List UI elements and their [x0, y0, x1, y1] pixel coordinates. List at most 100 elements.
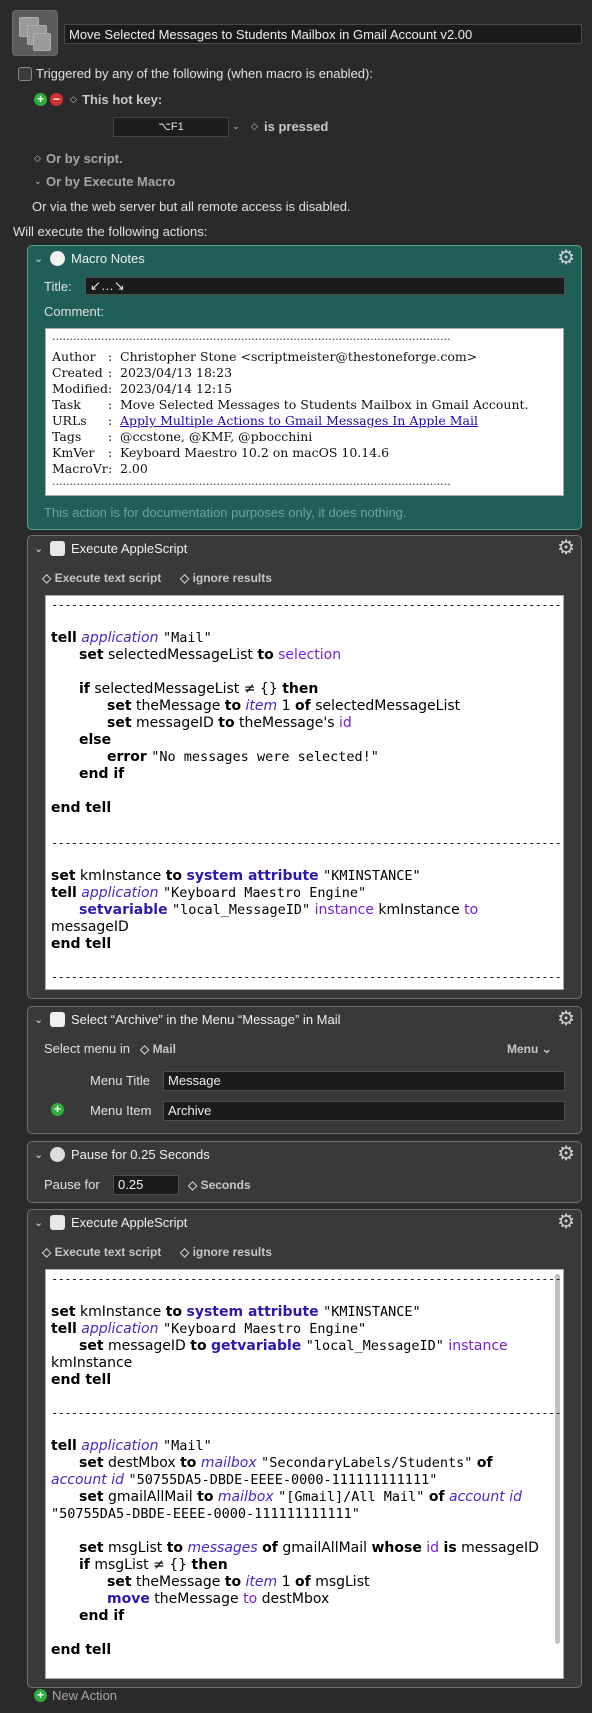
code-line: error "No messages were selected!" [107, 749, 379, 765]
add-menu-item-icon[interactable]: + [51, 1103, 64, 1116]
note-row: KmVer: Keyboard Maestro 10.2 on macOS 10.… [52, 445, 390, 460]
execute-text-script-option[interactable]: ◇ Execute text script [42, 571, 161, 585]
code-line: move theMessage to destMbox [107, 1591, 330, 1607]
ignore-results-option[interactable]: ◇ ignore results [180, 1245, 272, 1259]
trigger-header: Triggered by any of the following (when … [36, 66, 373, 81]
note-row: Tags: @ccstone, @KMF, @pbocchini [52, 429, 313, 444]
remove-trigger-icon[interactable]: − [50, 93, 63, 106]
urls-link[interactable]: Apply Multiple Actions to Gmail Messages… [120, 413, 478, 428]
title-field[interactable]: ↙…↘ [85, 277, 565, 295]
execute-text-script-option[interactable]: ◇ Execute text script [42, 1245, 161, 1259]
code-rule: ----------------------------------------… [51, 970, 564, 984]
code-line: messageID [51, 919, 129, 935]
comment-field[interactable]: ........................................… [45, 328, 564, 496]
chevron-down-icon[interactable]: ⌄ [34, 1148, 43, 1161]
code-line: set theMessage to item 1 of selectedMess… [107, 698, 461, 714]
hotkey-trigger-label[interactable]: This hot key: [82, 92, 162, 107]
select-menu-action[interactable]: ⌄ Select “Archive” in the Menu “Message”… [27, 1006, 582, 1134]
note-row: Modified: 2023/04/14 12:15 [52, 381, 233, 396]
updown-icon[interactable]: ◇ [251, 121, 258, 132]
applescript-icon [50, 541, 65, 556]
menu-dropdown[interactable]: Menu ⌄ [507, 1042, 552, 1056]
applescript-icon [50, 1215, 65, 1230]
select-menu-in-label: Select menu in [44, 1041, 130, 1056]
menu-title-label: Menu Title [90, 1073, 150, 1088]
code-line: set theMessage to item 1 of msgList [107, 1574, 370, 1590]
code-line: set kmInstance to system attribute "KMIN… [51, 868, 421, 884]
code-line: tell application "Mail" [51, 630, 212, 646]
code-line: setvariable "local_MessageID" instance k… [79, 902, 479, 918]
action-title: Select “Archive” in the Menu “Message” i… [71, 1012, 341, 1027]
gear-icon[interactable]: ⚙ [557, 247, 575, 269]
by-execute-macro-trigger[interactable]: Or by Execute Macro [46, 174, 175, 189]
script-editor[interactable]: ----------------------------------------… [45, 1269, 564, 1679]
code-rule: ----------------------------------------… [51, 836, 564, 850]
code-line: if selectedMessageList ≠ {} then [79, 681, 319, 697]
dotted-rule: ........................................… [52, 330, 451, 343]
note-row: Author: Christopher Stone <scriptmeister@… [52, 349, 478, 364]
will-execute-label: Will execute the following actions: [13, 224, 208, 239]
pause-unit-selector[interactable]: ◇ Seconds [188, 1178, 251, 1192]
title-label: Title: [44, 279, 72, 294]
scrollbar[interactable] [555, 1274, 560, 1644]
note-row: Task: Move Selected Messages to Students … [52, 397, 529, 412]
add-trigger-icon[interactable]: + [34, 93, 47, 106]
execute-applescript-action[interactable]: ⌄ Execute AppleScript ⚙ ◇ Execute text s… [27, 1209, 582, 1688]
script-editor[interactable]: ----------------------------------------… [45, 595, 564, 990]
updown-icon: ◇ [140, 1042, 153, 1056]
chevron-down-icon[interactable]: ⌄ [34, 176, 42, 187]
by-script-trigger[interactable]: Or by script. [46, 151, 123, 166]
action-title: Execute AppleScript [71, 1215, 188, 1230]
gear-icon[interactable]: ⚙ [557, 1008, 575, 1030]
gear-icon[interactable]: ⚙ [557, 537, 575, 559]
updown-icon: ◇ [188, 1178, 201, 1192]
macro-notes-action[interactable]: ⌄ Macro Notes ⚙ Title: ↙…↘ Comment: ....… [27, 245, 582, 530]
pause-duration-field[interactable]: 0.25 [113, 1175, 179, 1195]
notes-icon [50, 251, 65, 266]
code-rule: ----------------------------------------… [51, 598, 564, 612]
hotkey-field[interactable]: ⌥F1 [113, 117, 229, 137]
code-rule: ----------------------------------------… [51, 1272, 564, 1286]
chevron-down-icon[interactable]: ⌄ [34, 252, 43, 265]
new-action-icon[interactable]: + [34, 1689, 47, 1702]
menu-title-field[interactable]: Message [163, 1071, 565, 1091]
gear-icon[interactable]: ⚙ [557, 1211, 575, 1233]
note-row: URLs: Apply Multiple Actions to Gmail Mes… [52, 413, 478, 428]
code-line: end tell [51, 800, 112, 816]
chevron-down-icon[interactable]: ⌄ [34, 1216, 43, 1229]
web-server-note: Or via the web server but all remote acc… [32, 199, 351, 214]
menu-item-field[interactable]: Archive [163, 1101, 565, 1121]
pause-action[interactable]: ⌄ Pause for 0.25 Seconds ⚙ Pause for 0.2… [27, 1141, 582, 1203]
hotkey-state[interactable]: is pressed [264, 119, 328, 134]
menu-icon [50, 1012, 65, 1027]
updown-icon: ◇ [42, 571, 55, 585]
macro-name-field[interactable]: Move Selected Messages to Students Mailb… [64, 24, 582, 44]
code-line: end tell [51, 1642, 112, 1658]
code-line: set messageID to theMessage's id [107, 715, 352, 731]
code-line: set gmailAllMail to mailbox "[Gmail]/All… [79, 1489, 523, 1505]
chevron-down-icon: ⌄ [538, 1042, 552, 1056]
chevron-down-icon[interactable]: ⌄ [34, 1013, 43, 1026]
chevron-down-icon[interactable]: ⌄ [34, 542, 43, 555]
code-line: "50755DA5-DBDE-EEEE-0000-111111111111" [51, 1506, 360, 1522]
pause-for-label: Pause for [44, 1177, 100, 1192]
note-row: Created:2023/04/13 18:23 [52, 365, 233, 380]
note-row: MacroVr: 2.00 [52, 461, 148, 476]
gear-icon[interactable]: ⚙ [557, 1143, 575, 1165]
execute-applescript-action[interactable]: ⌄ Execute AppleScript ⚙ ◇ Execute text s… [27, 535, 582, 999]
code-line: end tell [51, 1372, 112, 1388]
code-line: end if [79, 1608, 125, 1624]
trigger-checkbox[interactable] [18, 67, 32, 81]
updown-icon[interactable]: ◇ [70, 94, 77, 105]
ignore-results-option[interactable]: ◇ ignore results [180, 571, 272, 585]
code-line: tell application "Keyboard Maestro Engin… [51, 885, 367, 901]
chevron-down-icon[interactable]: ⌄ [232, 121, 240, 132]
new-action-button[interactable]: New Action [52, 1688, 117, 1703]
updown-icon[interactable]: ◇ [34, 153, 41, 164]
code-line: set messageID to getvariable "local_Mess… [79, 1338, 508, 1354]
app-selector[interactable]: ◇ Mail [140, 1042, 176, 1056]
action-title: Macro Notes [71, 251, 145, 266]
code-line: set msgList to messages of gmailAllMail … [79, 1540, 539, 1556]
code-line: set kmInstance to system attribute "KMIN… [51, 1304, 421, 1320]
code-line: set selectedMessageList to selection [79, 647, 342, 663]
